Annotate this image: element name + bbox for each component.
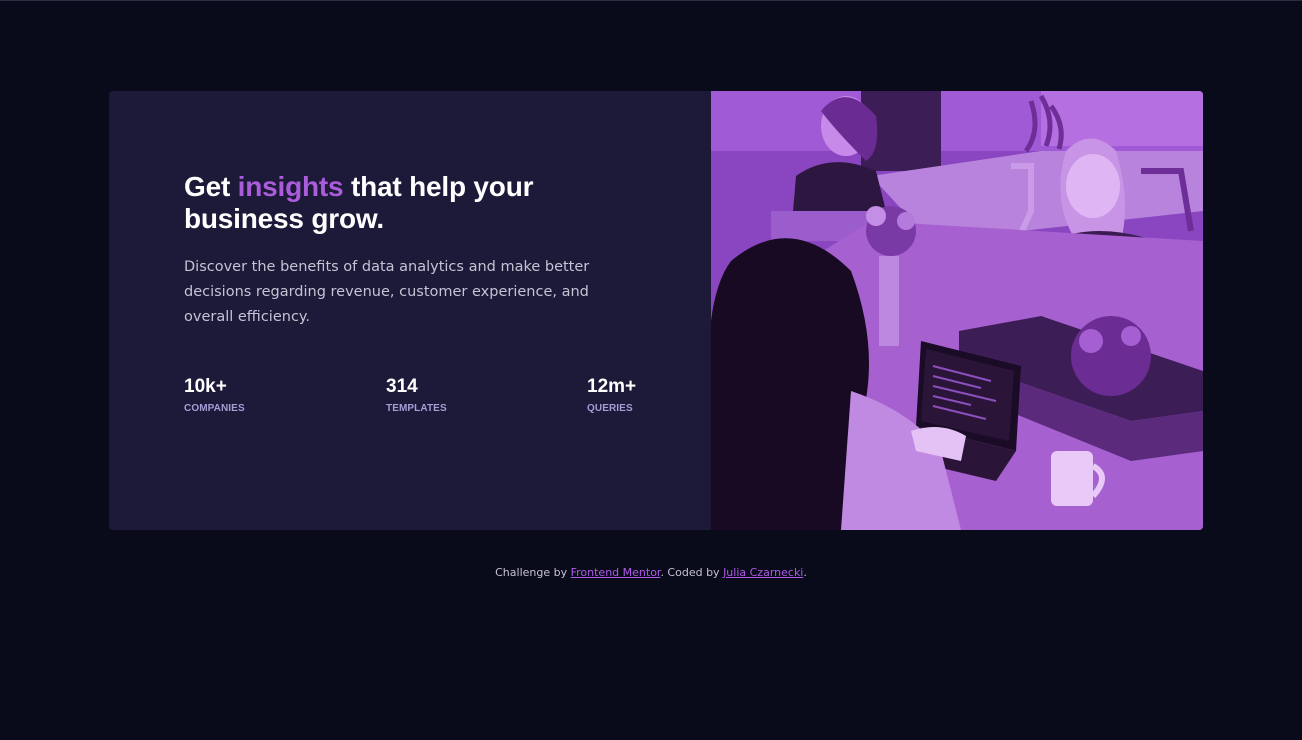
stat-value: 314 [386, 376, 418, 397]
stat-label: QUERIES [587, 403, 633, 414]
author-link[interactable]: Julia Czarnecki [723, 566, 803, 579]
card-content: Get insights that help your business gro… [109, 91, 711, 530]
stat-companies: 10k+ COMPANIES [184, 375, 245, 416]
stats-preview-card: Get insights that help your business gro… [109, 91, 1203, 530]
stat-templates: 314 TEMPLATES [386, 375, 447, 416]
stat-value: 10k+ [184, 376, 227, 397]
footer-middle: . Coded by [660, 566, 724, 579]
stat-label: TEMPLATES [386, 403, 447, 414]
office-team-photo-icon [711, 91, 1203, 530]
attribution-footer: Challenge by Frontend Mentor. Coded by J… [0, 566, 1302, 580]
footer-suffix: . [803, 566, 807, 579]
stats-row: 10k+ COMPANIES 314 TEMPLATES 12m+ QUERIE… [184, 375, 664, 419]
title-part-1: Get [184, 171, 238, 202]
stat-queries: 12m+ QUERIES [587, 375, 636, 416]
card-title: Get insights that help your business gro… [184, 171, 604, 235]
footer-prefix: Challenge by [495, 566, 571, 579]
card-description: Discover the benefits of data analytics … [184, 259, 590, 325]
title-accent: insights [237, 171, 344, 202]
office-photo-illustration [711, 91, 1203, 530]
stat-label: COMPANIES [184, 403, 245, 414]
stat-value: 12m+ [587, 376, 637, 397]
frontend-mentor-link[interactable]: Frontend Mentor [571, 566, 661, 579]
